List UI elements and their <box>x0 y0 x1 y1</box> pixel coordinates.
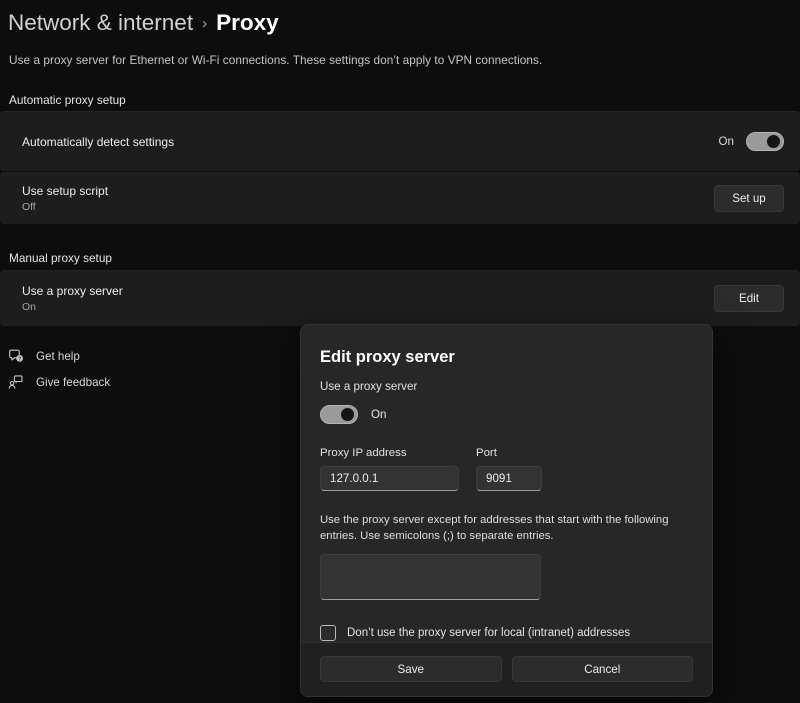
page-title: Proxy <box>216 8 279 38</box>
dialog-toggle-state: On <box>371 408 386 421</box>
edit-button[interactable]: Edit <box>714 285 784 312</box>
setup-script-label: Use setup script <box>22 183 108 199</box>
setting-row-auto-detect[interactable]: Automatically detect settings On <box>0 111 800 171</box>
local-addresses-checkbox[interactable] <box>320 625 336 641</box>
use-proxy-label: Use a proxy server <box>22 283 123 299</box>
set-up-button[interactable]: Set up <box>714 185 784 212</box>
dialog-title: Edit proxy server <box>320 346 693 368</box>
setup-script-control: Set up <box>714 185 784 212</box>
breadcrumb: Network & internet › Proxy <box>8 8 279 38</box>
auto-detect-label: Automatically detect settings <box>22 134 174 150</box>
proxy-ip-field-group: Proxy IP address <box>320 446 459 491</box>
page-description: Use a proxy server for Ethernet or Wi-Fi… <box>9 52 542 68</box>
use-proxy-status: On <box>22 301 123 315</box>
proxy-port-field-group: Port <box>476 446 542 491</box>
get-help-label: Get help <box>36 350 80 363</box>
toggle-knob <box>767 135 780 148</box>
setup-script-text: Use setup script Off <box>22 183 108 215</box>
edit-proxy-server-dialog: Edit proxy server Use a proxy server On … <box>300 324 713 697</box>
feedback-icon <box>8 374 24 390</box>
dialog-use-proxy-toggle[interactable] <box>320 405 358 424</box>
help-icon: ? <box>8 348 24 364</box>
setting-row-use-proxy[interactable]: Use a proxy server On Edit <box>0 270 800 326</box>
proxy-ip-label: Proxy IP address <box>320 446 459 461</box>
dialog-body: Edit proxy server Use a proxy server On … <box>301 325 712 642</box>
setting-row-setup-script[interactable]: Use setup script Off Set up <box>0 172 800 224</box>
auto-detect-toggle[interactable] <box>746 132 784 151</box>
dialog-footer: Save Cancel <box>301 642 712 696</box>
support-links: ? Get help Give feedback <box>8 348 110 390</box>
link-get-help[interactable]: ? Get help <box>8 348 110 364</box>
section-title-automatic: Automatic proxy setup <box>9 92 126 108</box>
exceptions-help-text: Use the proxy server except for addresse… <box>320 513 693 544</box>
dialog-use-proxy-label: Use a proxy server <box>320 379 693 395</box>
proxy-port-input[interactable] <box>476 466 542 491</box>
auto-detect-toggle-state: On <box>719 135 734 148</box>
local-addresses-label: Don’t use the proxy server for local (in… <box>347 627 630 639</box>
use-proxy-text: Use a proxy server On <box>22 283 123 315</box>
proxy-exceptions-input[interactable] <box>320 554 541 600</box>
proxy-address-fields: Proxy IP address Port <box>320 446 693 491</box>
section-title-manual: Manual proxy setup <box>9 250 112 266</box>
give-feedback-label: Give feedback <box>36 376 110 389</box>
auto-detect-control: On <box>719 132 784 151</box>
use-proxy-control: Edit <box>714 285 784 312</box>
setup-script-status: Off <box>22 201 108 215</box>
link-give-feedback[interactable]: Give feedback <box>8 374 110 390</box>
toggle-knob <box>341 408 354 421</box>
dialog-use-proxy-toggle-row: On <box>320 405 693 424</box>
svg-text:?: ? <box>18 356 21 362</box>
breadcrumb-parent-link[interactable]: Network & internet <box>8 8 193 38</box>
chevron-right-icon: › <box>202 9 207 39</box>
local-addresses-checkbox-row[interactable]: Don’t use the proxy server for local (in… <box>320 625 693 641</box>
auto-detect-text: Automatically detect settings <box>22 134 174 150</box>
save-button[interactable]: Save <box>320 656 502 682</box>
proxy-port-label: Port <box>476 446 542 461</box>
proxy-ip-input[interactable] <box>320 466 459 491</box>
cancel-button[interactable]: Cancel <box>512 656 694 682</box>
